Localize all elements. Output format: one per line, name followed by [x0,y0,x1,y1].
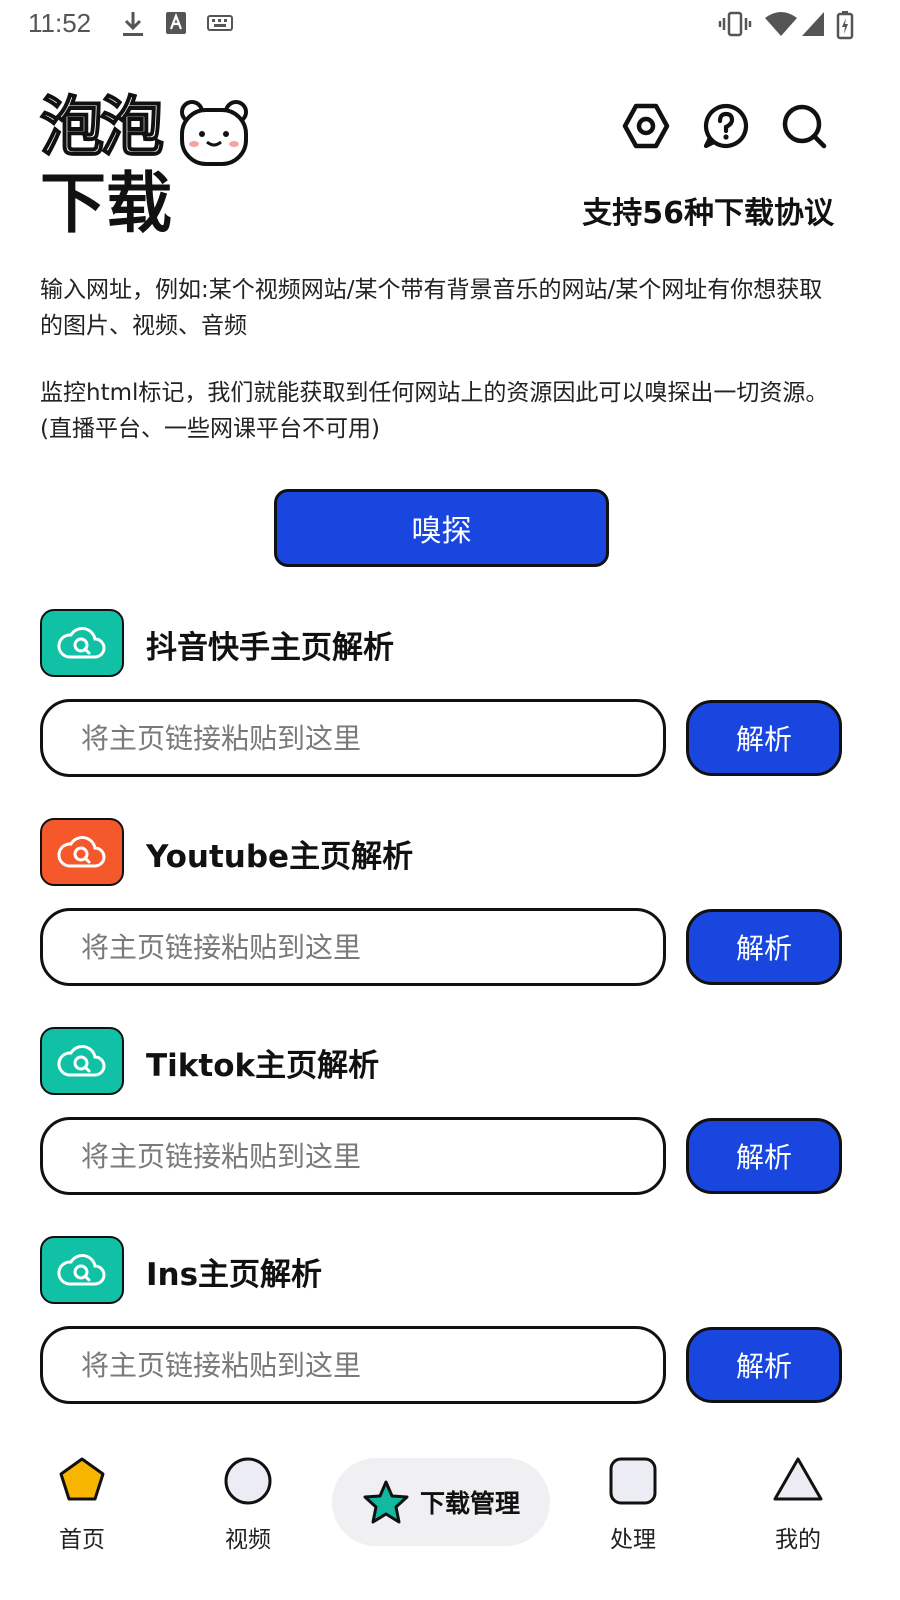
nav-home-label: 首页 [59,1527,105,1553]
douyin-parse-button[interactable]: 解析 [686,700,842,776]
nav-mine[interactable]: 我的 [738,1440,858,1600]
ins-parse-button[interactable]: 解析 [686,1327,842,1403]
vibrate-icon [718,11,752,37]
section-icon-douyin [40,609,124,677]
search-icon[interactable] [780,102,828,150]
section-title-douyin: 抖音快手主页解析 [146,630,394,666]
section-title-tiktok: Tiktok主页解析 [146,1048,380,1084]
section-title-ins: Ins主页解析 [146,1257,323,1293]
logo-text-bottom: 下载 [40,165,172,242]
font-a-icon [166,12,186,34]
cloud-search-icon [57,836,106,868]
tiktok-parse-button[interactable]: 解析 [686,1118,842,1194]
nav-process[interactable]: 处理 [573,1440,693,1600]
nav-downloads[interactable]: 下载管理 [332,1458,550,1546]
triangle-icon [773,1457,823,1501]
nav-downloads-label: 下载管理 [419,1489,520,1518]
nav-process-label: 处理 [610,1527,656,1553]
square-icon [609,1457,657,1505]
sniff-button[interactable]: 嗅探 [274,489,609,567]
section-icon-ins [40,1236,124,1304]
youtube-url-input[interactable] [40,908,666,986]
bear-icon [180,100,248,166]
settings-icon[interactable] [622,102,670,150]
tiktok-url-input[interactable] [40,1117,666,1195]
nav-video-label: 视频 [225,1527,271,1553]
cloud-search-icon [57,1045,106,1077]
cloud-search-icon [57,627,106,659]
battery-icon [836,11,854,40]
intro-text-1: 输入网址，例如:某个视频网站/某个带有背景音乐的网站/某个网址有你想获取的图片、… [40,277,823,339]
section-icon-youtube [40,818,124,886]
help-icon[interactable] [702,102,750,150]
keyboard-icon [207,15,233,31]
download-icon [123,12,143,36]
wifi-icon [765,12,797,36]
cloud-search-icon [57,1254,106,1286]
star-icon [363,1480,409,1524]
intro-text-2: 监控html标记，我们就能获取到任何网站上的资源因此可以嗅探出一切资源。(直播平… [40,380,829,442]
circle-icon [224,1457,272,1505]
nav-mine-label: 我的 [775,1527,821,1553]
section-title-youtube: Youtube主页解析 [146,839,414,875]
status-bar: 11:52 [0,0,900,50]
protocol-count-label: 支持56种下载协议 [582,196,834,231]
status-time: 11:52 [28,8,92,38]
youtube-parse-button[interactable]: 解析 [686,909,842,985]
douyin-url-input[interactable] [40,699,666,777]
signal-icon [802,12,824,36]
pentagon-icon [59,1457,105,1501]
nav-video[interactable]: 视频 [188,1440,308,1600]
ins-url-input[interactable] [40,1326,666,1404]
app-logo: 泡泡 下载 [39,91,260,252]
section-icon-tiktok [40,1027,124,1095]
nav-home[interactable]: 首页 [22,1440,142,1600]
